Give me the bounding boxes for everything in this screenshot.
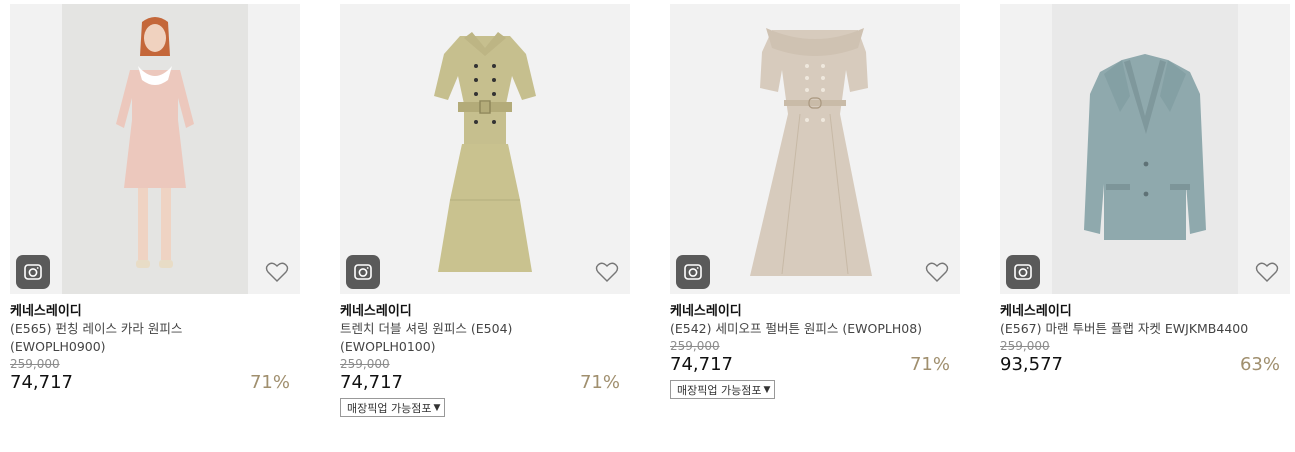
product-photo <box>1084 54 1206 240</box>
store-pickup-dropdown[interactable]: 매장픽업 가능점포 ▼ <box>340 398 446 417</box>
product-photo <box>116 17 194 268</box>
camera-button[interactable] <box>346 255 380 289</box>
wishlist-button[interactable] <box>264 259 290 285</box>
wishlist-button[interactable] <box>924 259 950 285</box>
product-image[interactable] <box>10 4 300 294</box>
product-card[interactable]: 케네스레이디 (E542) 세미오프 펄버튼 원피스 (EWOPLH08) 25… <box>670 4 960 399</box>
product-image[interactable] <box>1000 4 1290 294</box>
heart-outline-icon <box>265 262 289 282</box>
product-title[interactable]: 트렌치 더블 셔링 원피스 (E504) <box>340 320 630 338</box>
camera-icon <box>354 264 372 280</box>
store-pickup-label: 매장픽업 가능점포 <box>677 383 762 397</box>
caret-down-icon: ▼ <box>763 384 771 395</box>
original-price: 259,000 <box>10 357 60 371</box>
sale-price: 93,577 <box>1000 354 1063 375</box>
heart-outline-icon <box>925 262 949 282</box>
product-title[interactable]: (E565) 펀칭 레이스 카라 원피스 <box>10 320 300 338</box>
discount-rate: 63% <box>1239 354 1280 375</box>
original-price: 259,000 <box>1000 339 1050 353</box>
product-code[interactable]: (EWOPLH0900) <box>10 338 300 356</box>
sale-price: 74,717 <box>670 354 733 375</box>
product-title[interactable]: (E567) 마랜 투버튼 플랩 자켓 EWJKMB4400 <box>1000 320 1290 338</box>
store-pickup-label: 매장픽업 가능점포 <box>347 401 432 415</box>
product-image[interactable] <box>670 4 960 294</box>
camera-button[interactable] <box>1006 255 1040 289</box>
product-code[interactable]: (EWOPLH0100) <box>340 338 630 356</box>
brand-name[interactable]: 케네스레이디 <box>340 303 630 320</box>
wishlist-button[interactable] <box>1254 259 1280 285</box>
product-image[interactable] <box>340 4 630 294</box>
discount-rate: 71% <box>909 354 950 375</box>
sale-price: 74,717 <box>10 372 73 393</box>
camera-icon <box>24 264 42 280</box>
camera-button[interactable] <box>676 255 710 289</box>
brand-name[interactable]: 케네스레이디 <box>1000 303 1290 320</box>
original-price: 259,000 <box>340 357 390 371</box>
camera-icon <box>1014 264 1032 280</box>
brand-name[interactable]: 케네스레이디 <box>670 303 960 320</box>
camera-icon <box>684 264 702 280</box>
product-title[interactable]: (E542) 세미오프 펄버튼 원피스 (EWOPLH08) <box>670 320 960 338</box>
discount-rate: 71% <box>579 372 620 393</box>
product-card[interactable]: 케네스레이디 (E565) 펀칭 레이스 카라 원피스 (EWOPLH0900)… <box>10 4 300 394</box>
sale-price: 74,717 <box>340 372 403 393</box>
caret-down-icon: ▼ <box>433 402 441 413</box>
original-price: 259,000 <box>670 339 720 353</box>
brand-name[interactable]: 케네스레이디 <box>10 303 300 320</box>
store-pickup-dropdown[interactable]: 매장픽업 가능점포 ▼ <box>670 380 776 399</box>
camera-button[interactable] <box>16 255 50 289</box>
product-card[interactable]: 케네스레이디 트렌치 더블 셔링 원피스 (E504) (EWOPLH0100)… <box>340 4 630 417</box>
heart-outline-icon <box>595 262 619 282</box>
product-card[interactable]: 케네스레이디 (E567) 마랜 투버튼 플랩 자켓 EWJKMB4400 25… <box>1000 4 1290 376</box>
discount-rate: 71% <box>249 372 290 393</box>
wishlist-button[interactable] <box>594 259 620 285</box>
product-photo <box>750 28 872 276</box>
product-photo <box>434 32 536 272</box>
heart-outline-icon <box>1255 262 1279 282</box>
